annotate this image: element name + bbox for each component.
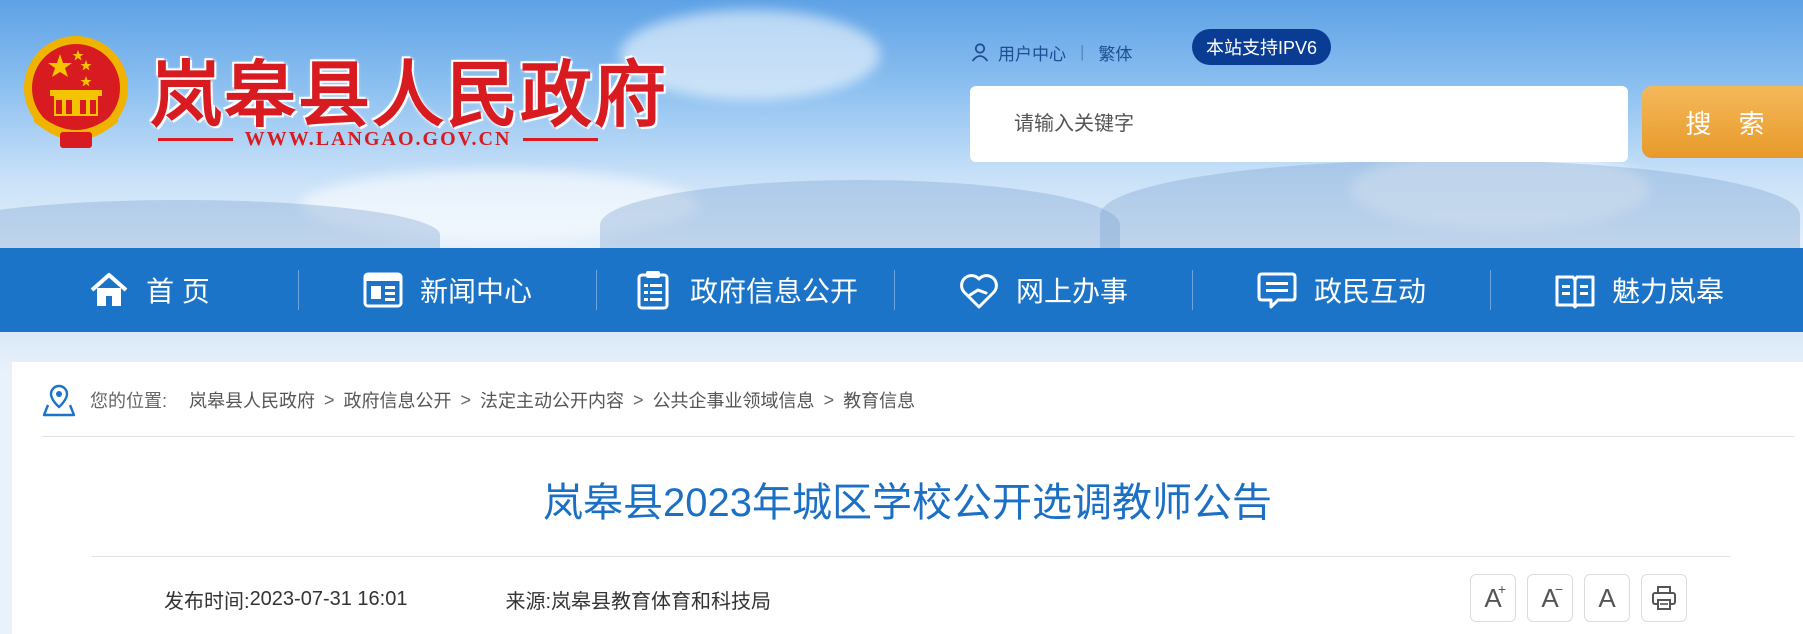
title-divider bbox=[92, 556, 1730, 557]
url-decor-line bbox=[523, 137, 598, 141]
breadcrumb-link-public-enterprise[interactable]: 公共企事业领域信息 bbox=[653, 387, 815, 413]
national-emblem-icon[interactable] bbox=[20, 32, 132, 154]
nav-item-label: 魅力岚皋 bbox=[1611, 276, 1724, 307]
main-nav: 首 页 新闻中心 政府信息公开 网上办事 政民互动 魅力岚皋 bbox=[0, 248, 1803, 332]
nav-item-charm[interactable]: 魅力岚皋 bbox=[1490, 248, 1788, 332]
search-input[interactable] bbox=[970, 86, 1628, 162]
article-tools: A + A − A bbox=[1470, 574, 1698, 622]
print-icon bbox=[1652, 586, 1676, 610]
site-header: 岚皋县人民政府 WWW.LANGAO.GOV.CN 用户中心 | 繁体 本站支持… bbox=[0, 0, 1803, 250]
breadcrumb: 您的位置: 岚皋县人民政府 > 政府信息公开 > 法定主动公开内容 > 公共企事… bbox=[42, 380, 915, 420]
site-url-row: WWW.LANGAO.GOV.CN bbox=[158, 126, 598, 152]
minus-icon: − bbox=[1554, 581, 1563, 597]
print-button[interactable] bbox=[1641, 574, 1687, 622]
breadcrumb-prefix: 您的位置: bbox=[90, 391, 168, 411]
user-icon bbox=[971, 43, 989, 62]
top-links-separator: | bbox=[1080, 42, 1085, 61]
source-value: 岚皋县教育体育和科技局 bbox=[551, 590, 772, 613]
user-center-link[interactable]: 用户中心 bbox=[998, 40, 1066, 65]
plus-icon: + bbox=[1497, 581, 1506, 597]
font-size-large-button[interactable]: A + bbox=[1470, 574, 1516, 622]
article-title: 岚皋县2023年城区学校公开选调教师公告 bbox=[543, 481, 1272, 525]
nav-item-label: 政民互动 bbox=[1313, 276, 1426, 307]
nav-item-label: 政府信息公开 bbox=[689, 276, 858, 307]
breadcrumb-link-home[interactable]: 岚皋县人民政府 bbox=[189, 387, 315, 413]
mountain-decoration bbox=[1100, 160, 1800, 250]
publish-time: 2023-07-31 16:01 bbox=[249, 587, 408, 610]
breadcrumb-separator: > bbox=[324, 389, 335, 410]
nav-item-home[interactable]: 首 页 bbox=[0, 248, 298, 332]
nav-item-online-services[interactable]: 网上办事 bbox=[894, 248, 1192, 332]
font-size-small-button[interactable]: A − bbox=[1527, 574, 1573, 622]
nav-item-label: 首 页 bbox=[146, 276, 210, 307]
breadcrumb-divider bbox=[42, 436, 1794, 437]
ipv6-badge: 本站支持IPV6 bbox=[1192, 29, 1332, 65]
url-decor-line bbox=[158, 137, 233, 141]
nav-item-gov-info[interactable]: 政府信息公开 bbox=[596, 248, 894, 332]
newspaper-icon bbox=[363, 272, 403, 308]
traditional-chinese-link[interactable]: 繁体 bbox=[1098, 40, 1132, 65]
breadcrumb-separator: > bbox=[823, 389, 835, 410]
breadcrumb-link-education[interactable]: 教育信息 bbox=[843, 387, 915, 413]
font-size-default-button[interactable]: A bbox=[1584, 574, 1630, 622]
nav-item-interaction[interactable]: 政民互动 bbox=[1192, 248, 1490, 332]
nav-item-label: 新闻中心 bbox=[419, 276, 532, 307]
breadcrumb-separator: > bbox=[460, 389, 472, 410]
location-pin-icon bbox=[42, 384, 76, 417]
heart-hand-icon bbox=[960, 274, 998, 309]
article-card: 您的位置: 岚皋县人民政府 > 政府信息公开 > 法定主动公开内容 > 公共企事… bbox=[12, 362, 1803, 634]
breadcrumb-separator: > bbox=[633, 389, 644, 410]
nav-item-news[interactable]: 新闻中心 bbox=[298, 248, 596, 332]
nav-item-label: 网上办事 bbox=[1015, 276, 1128, 307]
book-icon bbox=[1555, 275, 1595, 309]
breadcrumb-link-statutory[interactable]: 法定主动公开内容 bbox=[480, 387, 624, 413]
source-label: 来源: bbox=[505, 590, 552, 613]
font-size-default-glyph: A bbox=[1598, 582, 1616, 613]
site-url: WWW.LANGAO.GOV.CN bbox=[244, 127, 512, 150]
top-links: 用户中心 | 繁体 bbox=[970, 40, 1132, 64]
clipboard-icon bbox=[637, 271, 669, 310]
search-button[interactable]: 搜 索 bbox=[1642, 86, 1803, 158]
breadcrumb-link-gov-info[interactable]: 政府信息公开 bbox=[344, 387, 452, 413]
article-meta: 发布时间: 2023-07-31 16:01 来源: 岚皋县教育体育和科技局 bbox=[164, 584, 771, 614]
chat-icon bbox=[1257, 272, 1297, 309]
publish-time-label: 发布时间: bbox=[164, 590, 250, 613]
home-icon bbox=[90, 273, 128, 306]
